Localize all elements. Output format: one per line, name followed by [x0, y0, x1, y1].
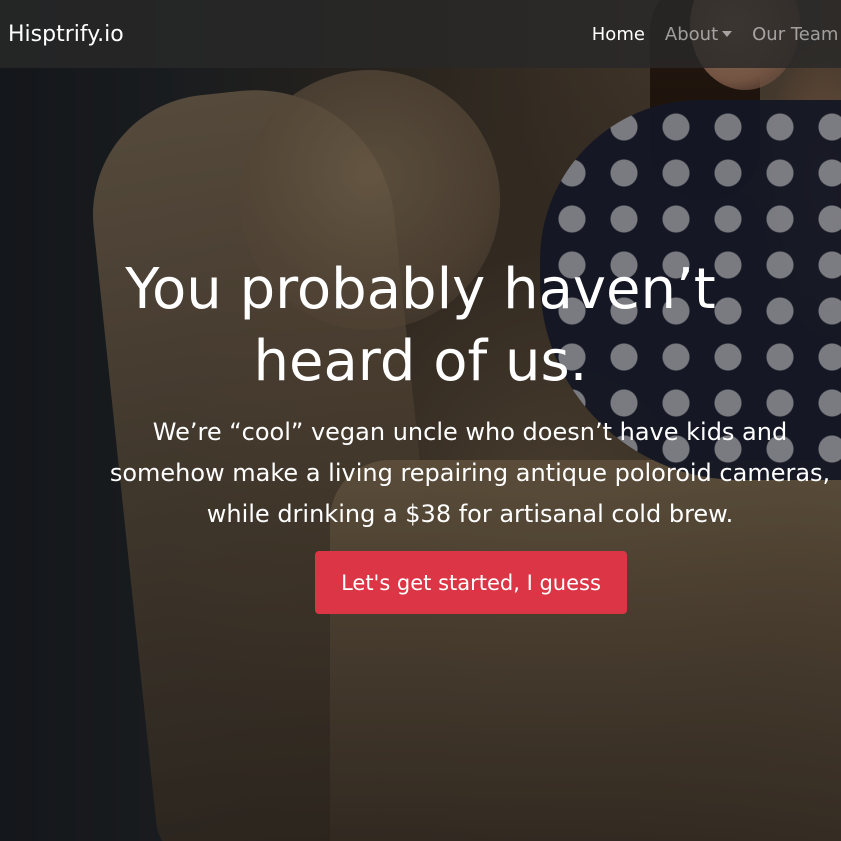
hero-subtitle: We’re “cool” vegan uncle who doesn’t hav…: [100, 412, 840, 535]
hero-section: You probably haven’t heard of us. We’re …: [0, 0, 841, 841]
landing-page: Hisptrify.io Home About Our Team C You p…: [0, 0, 841, 841]
hero-title-line: heard of us.: [253, 329, 588, 394]
hero-title: You probably haven’t heard of us.: [0, 254, 841, 398]
hero-subtitle-line: while drinking a $38 for artisanal cold …: [206, 500, 734, 528]
hero-subtitle-line: We’re “cool” vegan uncle who doesn’t hav…: [152, 418, 788, 446]
hero-subtitle-line: somehow make a living repairing antique …: [109, 459, 831, 487]
hero-title-line: You probably haven’t: [125, 257, 716, 322]
get-started-button[interactable]: Let's get started, I guess: [315, 551, 627, 614]
